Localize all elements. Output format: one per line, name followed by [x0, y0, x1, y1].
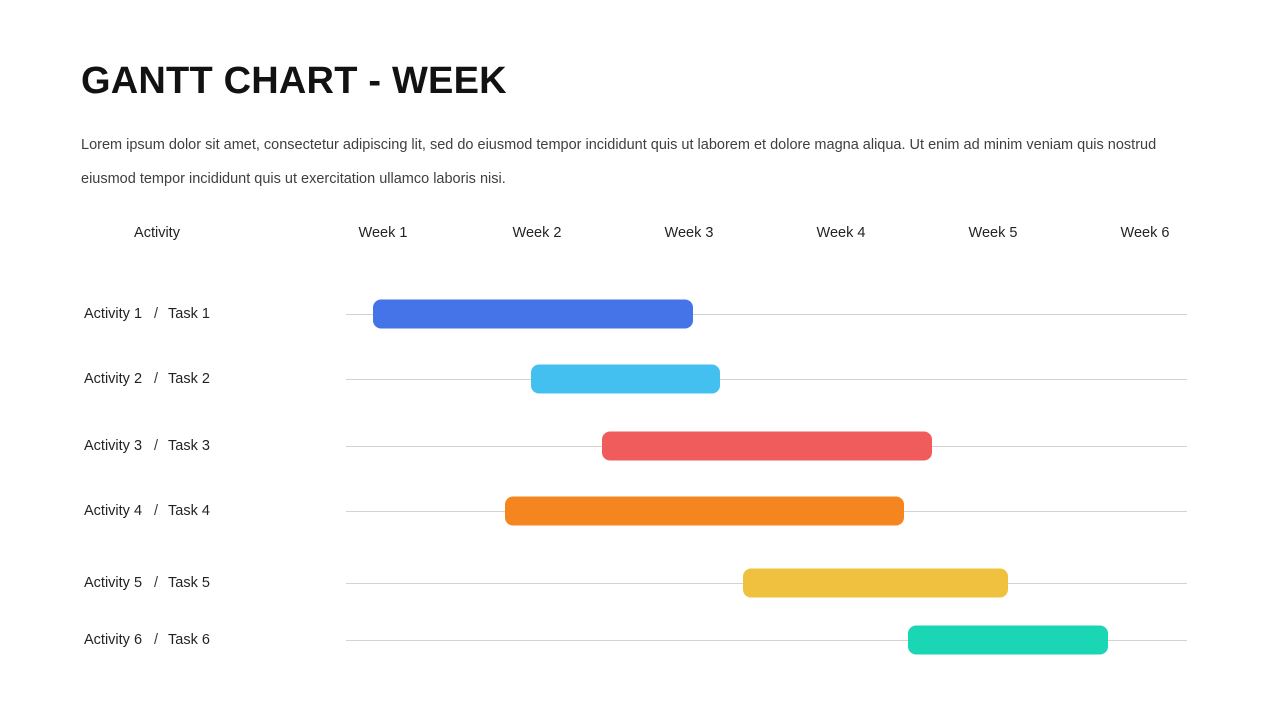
gantt-row: Activity 4 / Task 4: [0, 489, 1280, 533]
row-task-label: Task 2: [168, 371, 210, 387]
gantt-row: Activity 2 / Task 2: [0, 357, 1280, 401]
column-header-week-3: Week 3: [664, 225, 714, 241]
row-separator: /: [154, 575, 159, 591]
row-label: Activity 5 / Task 5: [84, 575, 210, 591]
column-header-activity: Activity: [134, 225, 180, 241]
gantt-chart: Activity Week 1 Week 2 Week 3 Week 4 Wee…: [0, 0, 1280, 720]
slide-canvas: GANTT CHART - WEEK Lorem ipsum dolor sit…: [0, 0, 1280, 720]
row-activity-label: Activity 4: [84, 503, 143, 519]
row-task-label: Task 3: [168, 438, 210, 454]
row-separator: /: [154, 438, 159, 454]
gantt-bar[interactable]: [743, 568, 1008, 598]
gantt-row: Activity 1 / Task 1: [0, 292, 1280, 336]
gantt-row: Activity 3 / Task 3: [0, 424, 1280, 468]
row-gridline: [346, 379, 1187, 380]
row-task-label: Task 6: [168, 632, 210, 648]
column-header-row: Activity Week 1 Week 2 Week 3 Week 4 Wee…: [0, 225, 1280, 249]
row-activity-label: Activity 1: [84, 306, 143, 322]
row-activity-label: Activity 2: [84, 371, 143, 387]
gantt-bar[interactable]: [602, 431, 932, 461]
gantt-bar[interactable]: [505, 496, 904, 526]
row-separator: /: [154, 371, 159, 387]
gantt-row: Activity 5 / Task 5: [0, 561, 1280, 605]
column-header-week-6: Week 6: [1120, 225, 1170, 241]
row-task-label: Task 1: [168, 306, 210, 322]
row-separator: /: [154, 632, 159, 648]
gantt-row: Activity 6 / Task 6: [0, 618, 1280, 662]
row-separator: /: [154, 306, 159, 322]
row-task-label: Task 4: [168, 503, 210, 519]
row-label: Activity 2 / Task 2: [84, 371, 210, 387]
column-header-week-4: Week 4: [816, 225, 866, 241]
gantt-bar[interactable]: [531, 364, 720, 394]
row-task-label: Task 5: [168, 575, 210, 591]
row-activity-label: Activity 5: [84, 575, 143, 591]
row-activity-label: Activity 3: [84, 438, 143, 454]
gantt-bar[interactable]: [373, 299, 693, 329]
row-label: Activity 4 / Task 4: [84, 503, 210, 519]
row-label: Activity 1 / Task 1: [84, 306, 210, 322]
column-header-week-1: Week 1: [358, 225, 408, 241]
column-header-week-5: Week 5: [968, 225, 1018, 241]
row-activity-label: Activity 6: [84, 632, 143, 648]
row-separator: /: [154, 503, 159, 519]
row-label: Activity 3 / Task 3: [84, 438, 210, 454]
gantt-bar[interactable]: [908, 625, 1108, 655]
column-header-week-2: Week 2: [512, 225, 562, 241]
row-label: Activity 6 / Task 6: [84, 632, 210, 648]
